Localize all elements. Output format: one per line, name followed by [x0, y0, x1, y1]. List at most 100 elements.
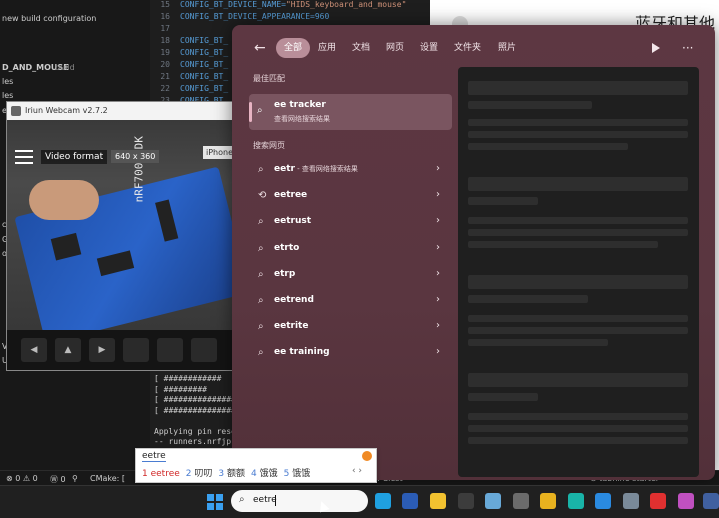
line-number: 21 [160, 72, 170, 81]
search-icon: ⌕ [258, 347, 264, 359]
line-number: 22 [160, 84, 170, 93]
chrome-icon[interactable] [540, 493, 556, 509]
code-line: 15 CONFIG_BT_DEVICE_NAME="HIDS_keyboard_a… [150, 0, 406, 12]
ime-candidate[interactable]: 3 额额 [218, 469, 245, 479]
line-number: 18 [160, 36, 170, 45]
web-result-item[interactable]: ⌕ eetrust › [249, 210, 452, 234]
video-format-select[interactable]: 640 x 360 [111, 150, 160, 163]
word-icon[interactable] [402, 493, 418, 509]
edge-icon[interactable] [375, 493, 391, 509]
link-app-icon[interactable] [568, 493, 584, 509]
colorful-app-icon[interactable] [678, 493, 694, 509]
webcam-title: Iriun Webcam v2.7.2 [25, 106, 108, 115]
sidebar-item[interactable]: new build configuration [2, 14, 96, 23]
ime-candidate-text: 饿饿 [259, 469, 278, 479]
preview-pane [458, 67, 699, 477]
last-app-icon[interactable] [703, 493, 719, 509]
youdao-icon[interactable] [650, 493, 666, 509]
ime-logo-icon[interactable] [362, 451, 372, 461]
photos-icon[interactable] [485, 493, 501, 509]
more-options-icon[interactable]: ··· [682, 39, 693, 57]
code-text: CONFIG_BT_ [180, 84, 229, 93]
ime-page-arrows[interactable]: ‹ › [352, 466, 362, 476]
web-result-item[interactable]: ⌕ etrto › [249, 237, 452, 261]
ime-candidate-number: 4 [251, 469, 260, 479]
search-icon: ⌕ [258, 164, 264, 175]
tab-1[interactable]: 全部 [276, 38, 311, 58]
code-line: 21 CONFIG_BT_ [150, 72, 228, 84]
ime-candidate[interactable]: 2 叨叨 [186, 469, 213, 479]
best-match-subtitle: 查看网络搜索结果 [274, 115, 330, 123]
settings-icon[interactable] [623, 493, 639, 509]
ime-candidate[interactable]: 5 饿饿 [284, 469, 311, 479]
tab-3[interactable]: 文档 [344, 38, 378, 58]
taskbar-search-box[interactable]: ⌕ eetre [231, 490, 368, 512]
web-result-item[interactable]: ⌕ eetrite › [249, 315, 452, 339]
video-format-label: Video format [41, 150, 108, 164]
ime-candidate[interactable]: 4 饿饿 [251, 469, 278, 479]
chevron-right-icon[interactable]: › [436, 242, 440, 253]
search-icon: ⌕ [257, 105, 263, 116]
line-number: 19 [160, 48, 170, 57]
code-line: 19 CONFIG_BT_ [150, 48, 228, 60]
search-icon: ⌕ [258, 321, 264, 333]
webcam-titlebar[interactable]: Iriun Webcam v2.7.2 [7, 102, 233, 120]
web-result-label: etrto [274, 242, 300, 253]
chevron-right-icon[interactable]: › [436, 268, 440, 279]
status-port-icon[interactable]: ⚲ [72, 474, 78, 483]
ime-candidate-text: 饿饿 [292, 469, 311, 479]
chevron-right-icon[interactable]: › [436, 163, 440, 174]
web-result-item[interactable]: ⟲ eetree › [249, 184, 452, 208]
webcam-window[interactable]: Iriun Webcam v2.7.2 nRF7002-DK ◀ ▲ ▶ Vid… [6, 101, 234, 371]
vscode-icon[interactable] [595, 493, 611, 509]
search-icon: ⌕ [258, 242, 264, 254]
web-result-item[interactable]: ⌕ etrp › [249, 263, 452, 287]
chevron-right-icon[interactable]: › [436, 294, 440, 305]
sidebar-item[interactable]: les [2, 91, 13, 100]
search-icon: ⌕ [258, 268, 264, 280]
taskbar-search-input[interactable]: eetre [253, 495, 277, 505]
text-caret [275, 495, 276, 506]
chevron-right-icon[interactable]: › [436, 189, 440, 200]
tab-7[interactable]: 照片 [490, 38, 524, 58]
sidebar-item[interactable]: les [2, 77, 13, 86]
status-problems[interactable]: ⊗ 0 ⚠ 0 [6, 474, 38, 483]
best-match-title: ee tracker [274, 100, 326, 110]
board-label: nRF7002-DK [132, 136, 146, 203]
g-app-icon[interactable] [458, 493, 474, 509]
code-text: CONFIG_BT_ [180, 48, 229, 57]
chevron-right-icon[interactable]: › [436, 215, 440, 226]
web-result-item[interactable]: ⌕ eetrend › [249, 289, 452, 313]
best-match-item[interactable]: ⌕ ee tracker 查看网络搜索结果 [249, 94, 452, 130]
web-result-item[interactable]: ⌕ eetr - 查看网络搜索结果 › [249, 158, 452, 182]
search-icon: ⌕ [258, 295, 264, 306]
status-w[interactable]: Ⓦ 0 [50, 474, 66, 485]
ime-candidates: 1 eetree 2 叨叨 3 额额 4 饿饿 5 饿饿 [142, 466, 316, 479]
terminal-line: [ ######### [154, 384, 207, 394]
chevron-right-icon[interactable]: › [436, 320, 440, 331]
tab-4[interactable]: 网页 [378, 38, 412, 58]
tab-5[interactable]: 设置 [412, 38, 446, 58]
code-line: 20 CONFIG_BT_ [150, 60, 228, 72]
tab-2[interactable]: 应用 [310, 38, 344, 58]
windows-search-panel: ← 全部 应用 文档 网页 设置 文件夹 照片 ··· 最佳匹配 ⌕ ee tracker … [232, 25, 715, 480]
code-line: 16 CONFIG_BT_DEVICE_APPEARANCE=960 [150, 12, 329, 24]
sidebar-item[interactable]: build [55, 63, 75, 72]
code-text: CONFIG_BT_DEVICE_APPEARANCE=960 [180, 12, 330, 21]
tab-6[interactable]: 文件夹 [446, 38, 489, 58]
menu-icon[interactable] [15, 150, 33, 164]
ime-composition: eetre [142, 451, 166, 462]
chevron-right-icon[interactable]: › [436, 346, 440, 357]
play-icon[interactable] [652, 43, 660, 53]
selection-indicator [249, 102, 252, 122]
web-result-item[interactable]: ⌕ ee training › [249, 341, 452, 365]
status-cmake[interactable]: CMake: [ [90, 474, 125, 483]
terminal-line: [ ############ [154, 374, 222, 383]
web-result-label: eetr - 查看网络搜索结果 [274, 164, 358, 174]
calculator-icon[interactable] [513, 493, 529, 509]
ime-candidate[interactable]: 1 eetree [142, 469, 180, 479]
file-explorer-icon[interactable] [430, 493, 446, 509]
back-arrow-icon[interactable]: ← [254, 39, 266, 57]
webcam-video-feed: nRF7002-DK ◀ ▲ ▶ Video format 640 x 360 … [7, 120, 233, 370]
windows-start-icon[interactable] [207, 494, 223, 510]
